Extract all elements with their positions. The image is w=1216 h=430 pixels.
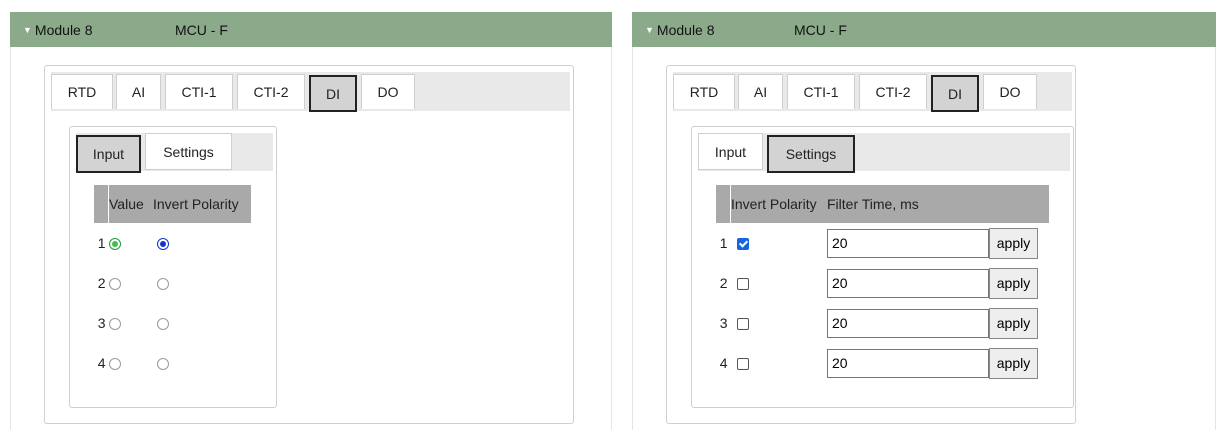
value-radio[interactable] [108,278,121,291]
tab-rtd[interactable]: RTD [673,74,735,109]
caret-down-icon[interactable]: ▼ [645,25,654,35]
table-row: 2 [94,263,251,303]
invert-polarity-radio[interactable] [157,318,169,331]
rownum-header [94,185,109,223]
invert-polarity-checkbox[interactable] [736,358,749,371]
tab-do[interactable]: DO [361,74,415,109]
filter-time-input[interactable] [827,268,989,298]
invert-polarity-checkbox[interactable] [736,278,749,291]
value-radio[interactable] [108,238,121,251]
subtab-settings[interactable]: Settings [767,135,855,173]
settings-table: Invert Polarity Filter Time, ms 1 apply 2 a… [716,185,1049,383]
apply-button[interactable]: apply [989,227,1038,259]
tab-ai[interactable]: AI [738,74,783,109]
filter-time-input[interactable] [827,348,989,378]
caret-down-icon[interactable]: ▼ [23,25,32,35]
row-number: 3 [719,315,728,331]
table-row: 1 [94,223,251,263]
module-header[interactable]: ▼ Module 8 MCU - F [632,12,1216,47]
input-table: Value Invert Polarity 1 2 3 4 [94,185,251,383]
table-row: 4 apply [716,343,1049,383]
row-number: 3 [97,315,106,331]
di-subpanel: Input Settings Invert Polarity Filter Ti… [691,126,1074,408]
invert-polarity-checkbox[interactable] [736,238,749,251]
row-number: 2 [719,275,728,291]
tab-cti-1[interactable]: CTI-1 [165,74,233,109]
col-invert-header: Invert Polarity [153,185,251,223]
row-number: 1 [97,235,106,251]
tab-rtd[interactable]: RTD [51,74,113,109]
table-row: 2 apply [716,263,1049,303]
filter-time-input[interactable] [827,228,989,258]
col-value-header: Value [108,185,153,223]
row-number: 1 [719,235,728,251]
module-panel-left: ▼ Module 8 MCU - F RTD AI CTI-1 CTI-2 DI… [10,12,612,430]
module-panel-right: ▼ Module 8 MCU - F RTD AI CTI-1 CTI-2 DI… [632,12,1216,430]
mcu-label: MCU - F [794,21,847,38]
subtab-settings[interactable]: Settings [145,133,232,170]
apply-button[interactable]: apply [989,267,1038,299]
apply-button[interactable]: apply [989,347,1038,379]
rownum-header [716,185,731,223]
table-row: 4 [94,343,251,383]
module-body: RTD AI CTI-1 CTI-2 DI DO Input Settings … [632,47,1216,430]
subtab-input[interactable]: Input [76,135,141,173]
value-radio[interactable] [108,318,121,331]
table-row: 3 apply [716,303,1049,343]
module-header[interactable]: ▼ Module 8 MCU - F [10,12,612,47]
invert-polarity-radio[interactable] [157,238,169,251]
tab-do[interactable]: DO [983,74,1037,109]
invert-polarity-checkbox[interactable] [736,318,749,331]
module-name: Module 8 [656,21,715,38]
table-row: 3 [94,303,251,343]
module-name: Module 8 [34,21,93,38]
channel-tab-bar: RTD AI CTI-1 CTI-2 DI DO [51,72,570,112]
tab-cti-2[interactable]: CTI-2 [237,74,305,109]
tab-ai[interactable]: AI [116,74,161,109]
value-radio[interactable] [108,358,121,371]
table-row: 1 apply [716,223,1049,263]
invert-polarity-radio[interactable] [157,278,169,291]
col-invert-header: Invert Polarity [730,185,827,223]
tab-cti-1[interactable]: CTI-1 [787,74,855,109]
invert-polarity-radio[interactable] [157,358,169,371]
row-number: 4 [97,355,106,371]
tab-di[interactable]: DI [931,75,979,112]
tab-cti-2[interactable]: CTI-2 [859,74,927,109]
filter-time-input[interactable] [827,308,989,338]
channel-tabs-container: RTD AI CTI-1 CTI-2 DI DO Input Settings … [666,65,1076,424]
channel-tab-bar: RTD AI CTI-1 CTI-2 DI DO [673,72,1072,112]
subtab-bar: Input Settings [76,133,273,173]
tab-di[interactable]: DI [309,75,357,112]
subtab-input[interactable]: Input [698,133,763,170]
channel-tabs-container: RTD AI CTI-1 CTI-2 DI DO Input Settings … [44,65,574,424]
col-filter-header: Filter Time, ms [827,185,1049,223]
mcu-label: MCU - F [175,21,228,38]
subtab-bar: Input Settings [698,133,1070,173]
row-number: 2 [97,275,106,291]
row-number: 4 [719,355,728,371]
apply-button[interactable]: apply [989,307,1038,339]
di-subpanel: Input Settings Value Invert Polarity 1 2 3… [69,126,277,408]
module-body: RTD AI CTI-1 CTI-2 DI DO Input Settings … [10,47,612,430]
